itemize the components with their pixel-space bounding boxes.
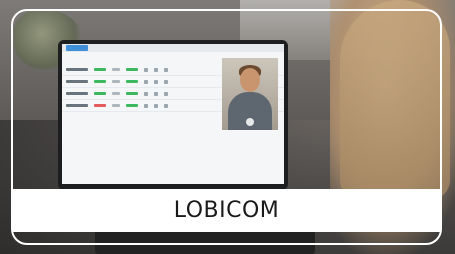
row-amount (126, 80, 138, 83)
row-value (112, 92, 120, 95)
row-action-icon (154, 103, 158, 108)
app-topbar (62, 44, 284, 52)
row-amount (126, 104, 138, 107)
caption-text: LOBICOM (173, 198, 280, 223)
row-action-icon (144, 79, 148, 84)
viewer-hair (340, 0, 450, 200)
row-action-icon (164, 79, 168, 84)
row-value (112, 80, 120, 83)
row-action-icon (144, 67, 148, 72)
row-action-icon (144, 91, 148, 96)
app-tab (66, 45, 88, 51)
row-status (94, 104, 106, 107)
video-control-icon (246, 118, 254, 126)
row-action-icon (154, 67, 158, 72)
row-action-icon (154, 79, 158, 84)
row-action-icon (164, 91, 168, 96)
row-name (66, 92, 88, 95)
row-status (94, 68, 106, 71)
row-name (66, 68, 88, 71)
row-amount (126, 92, 138, 95)
caller-face (240, 68, 260, 92)
row-name (66, 80, 88, 83)
row-action-icon (144, 103, 148, 108)
row-status (94, 92, 106, 95)
row-value (112, 68, 120, 71)
row-status (94, 80, 106, 83)
row-value (112, 104, 120, 107)
row-action-icon (154, 91, 158, 96)
row-action-icon (164, 103, 168, 108)
row-amount (126, 68, 138, 71)
video-call-panel (222, 58, 278, 130)
row-action-icon (164, 67, 168, 72)
caption-band: LOBICOM (13, 189, 440, 232)
row-name (66, 104, 88, 107)
